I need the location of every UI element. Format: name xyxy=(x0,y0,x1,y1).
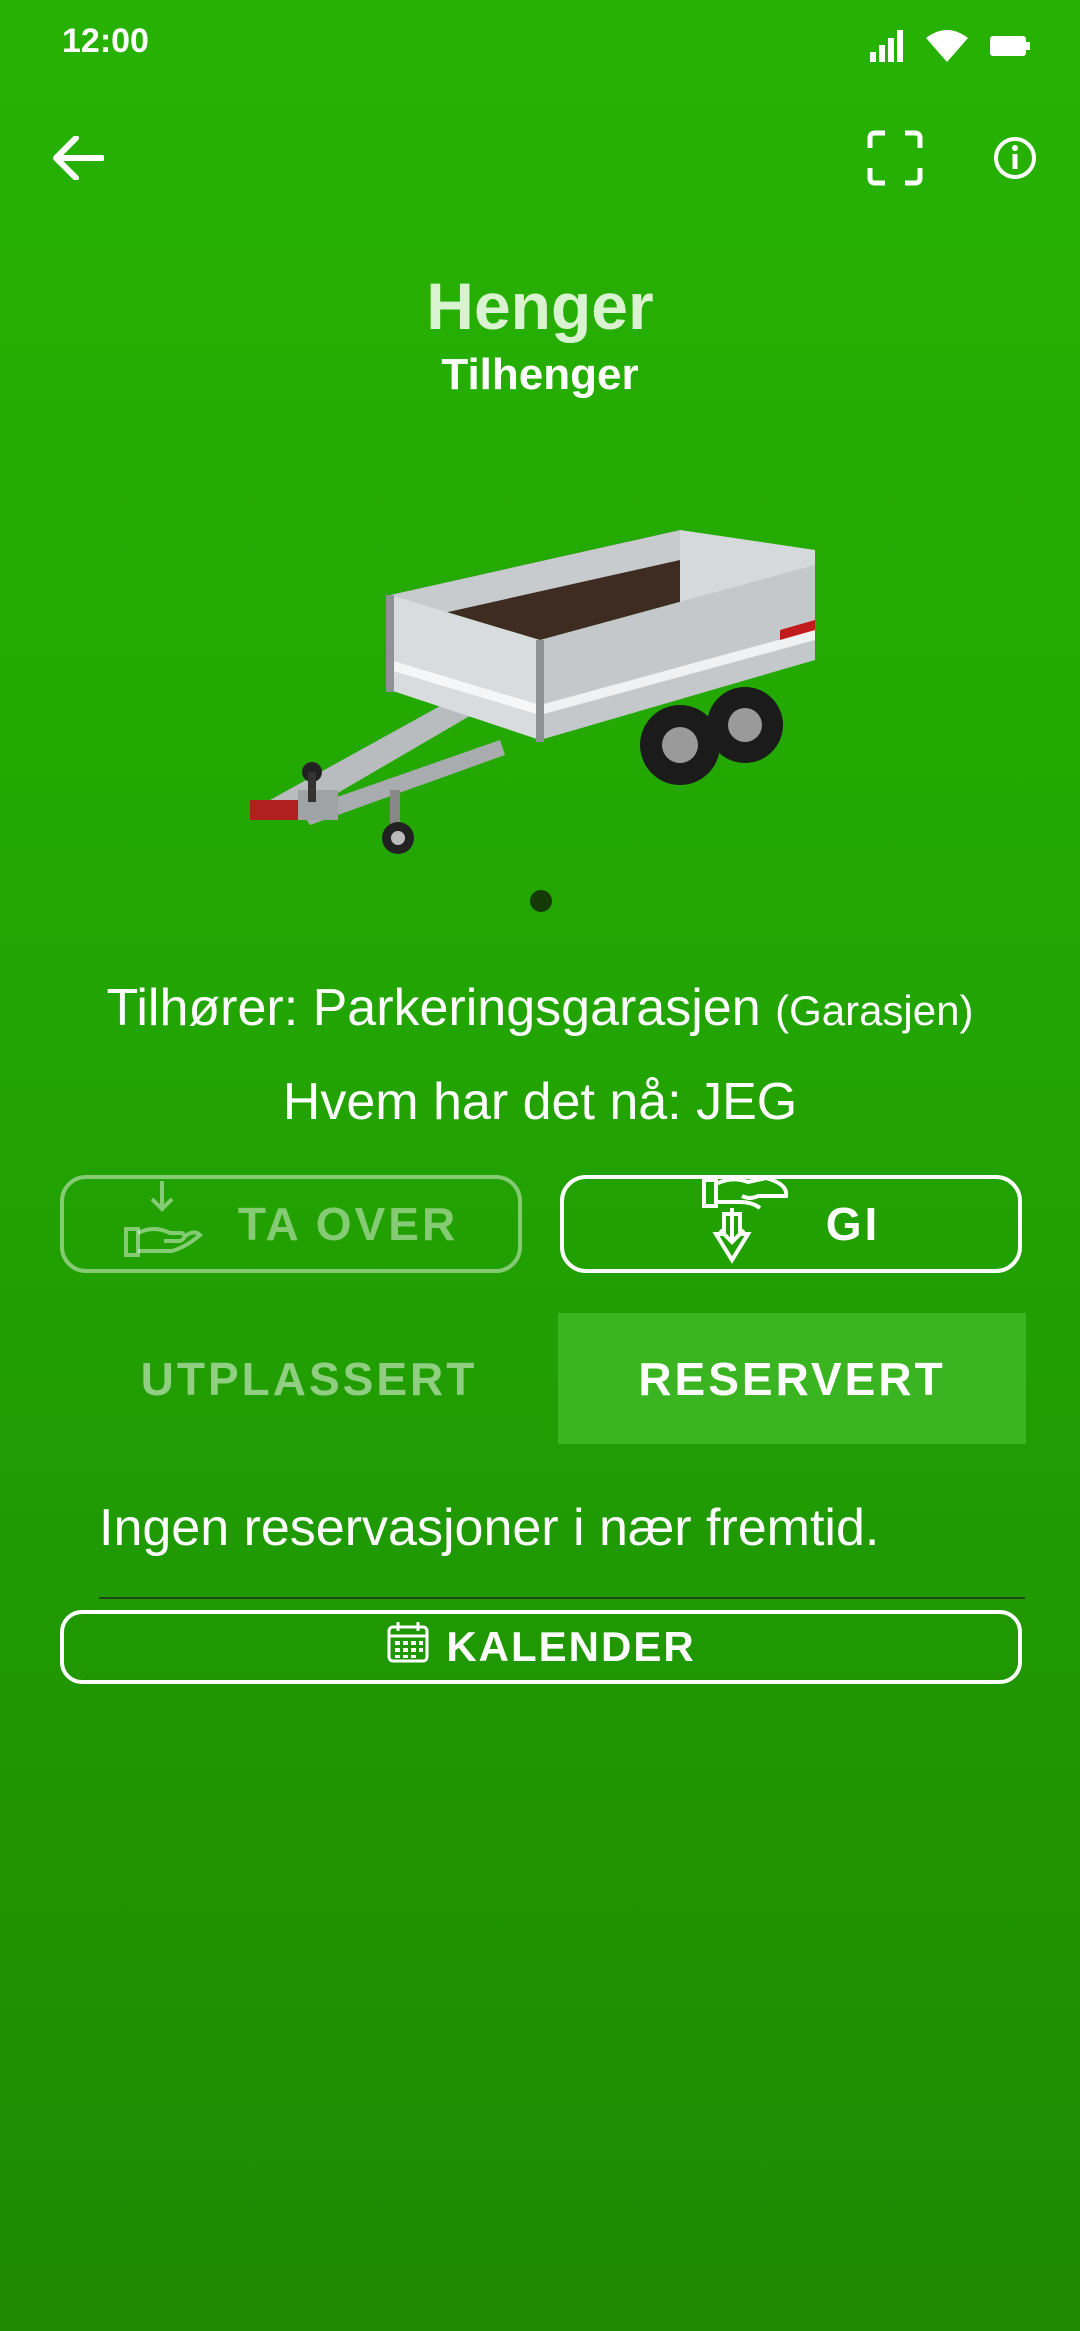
battery-icon xyxy=(990,34,1030,58)
give-button[interactable]: GI xyxy=(560,1175,1022,1273)
owner-prefix: Tilhører: xyxy=(106,979,313,1037)
status-tabs: UTPLASSERT RESERVERT xyxy=(60,1313,1026,1444)
status-icons xyxy=(870,26,1030,66)
arrow-left-icon xyxy=(52,134,105,185)
no-reservations-message: Ingen reservasjoner i nær fremtid. xyxy=(99,1499,880,1557)
current-holder: Hvem har det nå: JEG xyxy=(282,1073,798,1131)
item-type: Tilhenger xyxy=(441,350,639,399)
hand-receive-icon xyxy=(123,1179,204,1270)
top-app-bar xyxy=(0,110,1080,210)
scan-frame-icon xyxy=(867,130,923,191)
status-time: 12:00 xyxy=(62,22,149,60)
back-button[interactable] xyxy=(28,110,128,210)
signal-icon xyxy=(870,30,904,62)
wifi-icon xyxy=(926,30,968,62)
give-label: GI xyxy=(825,1198,881,1250)
take-over-label: TA OVER xyxy=(237,1198,459,1250)
calendar-button[interactable]: KALENDER xyxy=(60,1610,1022,1684)
scan-button[interactable] xyxy=(845,110,945,210)
owner-location: (Garasjen) xyxy=(775,987,974,1034)
info-icon xyxy=(993,136,1037,185)
divider xyxy=(99,1597,1025,1599)
owner-name: Parkeringsgarasjen xyxy=(312,979,761,1037)
take-over-button[interactable]: TA OVER xyxy=(60,1175,522,1273)
item-name: Henger xyxy=(426,269,654,343)
tab-utplassert[interactable]: UTPLASSERT xyxy=(60,1313,558,1444)
calendar-icon xyxy=(386,1620,430,1674)
owner-line: Tilhører: Parkeringsgarasjen (Garasjen) xyxy=(0,978,1080,1038)
tab-reservert[interactable]: RESERVERT xyxy=(558,1313,1026,1444)
trailer-image[interactable] xyxy=(240,500,840,880)
carousel-indicator-dot xyxy=(530,890,552,912)
calendar-label: KALENDER xyxy=(446,1623,696,1670)
status-bar: 12:00 xyxy=(0,0,1080,90)
hand-give-icon xyxy=(701,1174,792,1275)
info-button[interactable] xyxy=(965,110,1065,210)
